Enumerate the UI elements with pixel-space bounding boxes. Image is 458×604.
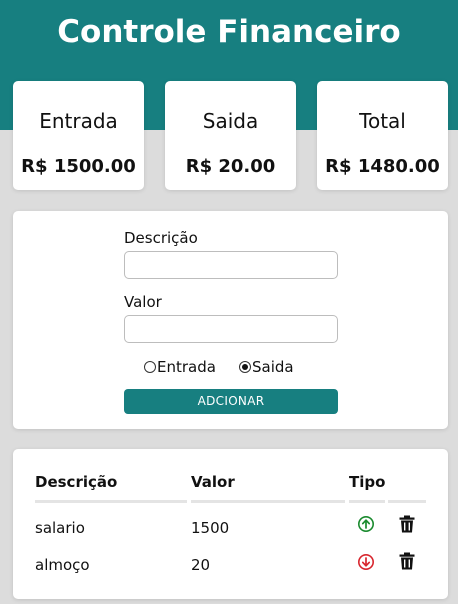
arrow-down-circle-icon xyxy=(358,554,374,570)
header-valor: Valor xyxy=(191,473,235,491)
radio-entrada[interactable]: Entrada xyxy=(144,358,216,376)
radio-saida-label: Saida xyxy=(252,358,294,376)
saida-card-label: Saida xyxy=(202,109,259,133)
header-tipo: Tipo xyxy=(349,473,386,491)
entrada-card-value: R$ 1500.00 xyxy=(21,156,136,177)
trash-icon[interactable] xyxy=(399,515,415,533)
total-card-label: Total xyxy=(359,109,406,133)
header-divider xyxy=(349,500,385,503)
total-card-value: R$ 1480.00 xyxy=(325,156,440,177)
radio-entrada-circle[interactable] xyxy=(144,361,156,373)
row-1-descricao: salario xyxy=(35,519,85,537)
radio-saida[interactable]: Saida xyxy=(239,358,294,376)
valor-label: Valor xyxy=(124,293,162,311)
saida-card-value: R$ 20.00 xyxy=(185,156,276,177)
header-divider xyxy=(191,500,345,503)
header-divider xyxy=(35,500,187,503)
transaction-form: Descrição Valor Entrada Saida ADCIONAR xyxy=(13,211,448,429)
total-card: Total R$ 1480.00 xyxy=(317,81,448,190)
add-button[interactable]: ADCIONAR xyxy=(124,389,338,414)
descricao-label: Descrição xyxy=(124,229,198,247)
radio-saida-circle[interactable] xyxy=(239,361,251,373)
transactions-table: Descrição Valor Tipo salario 1500 almoço… xyxy=(13,449,448,599)
app-title: Controle Financeiro xyxy=(57,14,401,50)
entrada-card-label: Entrada xyxy=(39,109,118,133)
row-2-valor: 20 xyxy=(191,556,211,574)
row-1-valor: 1500 xyxy=(191,519,230,537)
descricao-input[interactable] xyxy=(124,251,338,279)
valor-input[interactable] xyxy=(124,315,338,343)
row-2-descricao: almoço xyxy=(35,556,90,574)
radio-entrada-label: Entrada xyxy=(157,358,216,376)
entrada-card: Entrada R$ 1500.00 xyxy=(13,81,144,190)
arrow-up-circle-icon xyxy=(358,516,374,532)
saida-card: Saida R$ 20.00 xyxy=(165,81,296,190)
trash-icon[interactable] xyxy=(399,552,415,570)
header-divider xyxy=(388,500,426,503)
header-descricao: Descrição xyxy=(35,473,118,491)
